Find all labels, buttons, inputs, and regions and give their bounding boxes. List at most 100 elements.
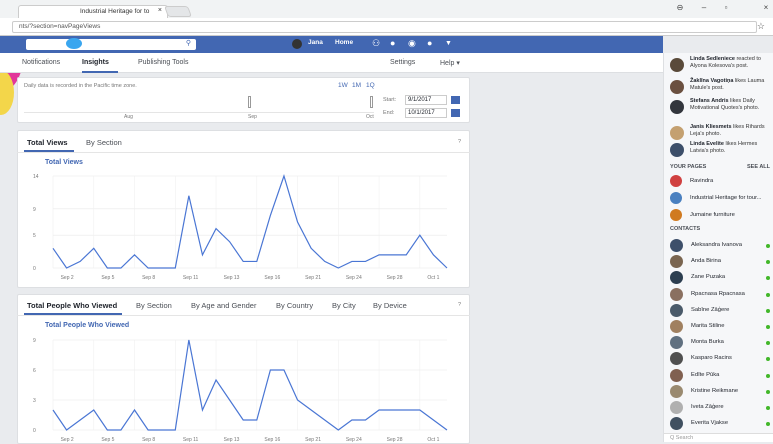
feed-item[interactable]: Stefans Andris likes Daily Motivational …	[690, 98, 772, 111]
page-link[interactable]: Jumaine furniture	[690, 212, 772, 218]
month-label-oct: Oct	[366, 114, 374, 120]
online-status-dot	[766, 308, 770, 313]
info-icon[interactable]: ?	[458, 302, 461, 308]
contact-avatar[interactable]	[670, 384, 683, 398]
messages-icon[interactable]: ●	[390, 38, 395, 48]
tab-publishing-tools[interactable]: Publishing Tools	[138, 59, 188, 66]
start-date-input[interactable]: 9/1/2017	[405, 95, 447, 105]
chat-search-input[interactable]: Q Search	[664, 433, 773, 442]
contact-name[interactable]: Zane Puzaka	[691, 274, 725, 280]
feed-item-name[interactable]: Linda Sedleniece	[690, 56, 735, 62]
user-avatar[interactable]	[292, 39, 302, 49]
x-tick-label: Sep 16	[264, 437, 280, 443]
page-link[interactable]: Ravindra	[690, 178, 772, 184]
online-status-dot	[766, 276, 770, 281]
contact-name[interactable]: Sabīne Zāģere	[691, 307, 729, 313]
contact-avatar[interactable]	[670, 352, 683, 366]
contact-name[interactable]: Monta Burka	[691, 339, 724, 345]
tab-total-people[interactable]: Total People Who Viewed	[27, 301, 117, 310]
tab-by-section[interactable]: By Section	[86, 138, 122, 147]
tab-by-section[interactable]: By Section	[136, 301, 172, 310]
contact-avatar[interactable]	[670, 336, 683, 350]
settings-link[interactable]: Settings	[390, 59, 415, 66]
help-icon[interactable]: ●	[427, 38, 432, 48]
contact-name[interactable]: Anda Birina	[691, 258, 721, 264]
feed-item-name[interactable]: Stefans Andris	[690, 98, 729, 104]
contact-avatar[interactable]	[670, 271, 683, 285]
account-menu-icon[interactable]: ▼	[445, 40, 452, 47]
new-tab-button[interactable]	[163, 6, 193, 17]
tab-total-views[interactable]: Total Views	[27, 138, 68, 147]
feed-item-name[interactable]: Janis Kliesmets	[690, 124, 732, 130]
online-status-dot	[766, 422, 770, 427]
contact-name[interactable]: Kristine Reikmane	[691, 388, 738, 394]
page-icon[interactable]	[670, 175, 682, 187]
tab-notifications[interactable]: Notifications	[22, 59, 60, 66]
maximize-button[interactable]: ▫	[719, 3, 733, 15]
range-1m-button[interactable]: 1M	[352, 82, 361, 89]
url-input[interactable]: nts/?section=navPageViews	[12, 21, 757, 33]
y-tick-label: 0	[33, 266, 36, 272]
close-window-button[interactable]: ×	[759, 3, 773, 15]
range-1w-button[interactable]: 1W	[338, 82, 348, 89]
start-label: Start:	[383, 97, 397, 103]
feed-item-name[interactable]: Linda Evelite	[690, 141, 724, 147]
info-icon[interactable]: ?	[458, 139, 461, 145]
tab-close-icon[interactable]: ×	[158, 7, 162, 14]
range-1q-button[interactable]: 1Q	[366, 82, 375, 89]
notifications-icon[interactable]: ◉	[408, 38, 416, 49]
tab-by-country[interactable]: By Country	[276, 301, 313, 310]
calendar-icon[interactable]	[451, 96, 460, 104]
end-date-input[interactable]: 10/1/2017	[405, 108, 447, 118]
feed-item[interactable]: Linda Sedleniece reacted to Alyona Koles…	[690, 56, 772, 69]
contact-name[interactable]: Aleksandra Ivanova	[691, 242, 742, 248]
feed-avatar[interactable]	[670, 100, 684, 114]
help-dropdown[interactable]: Help ▾	[440, 59, 460, 67]
contact-avatar[interactable]	[670, 287, 683, 301]
range-handle-end[interactable]	[370, 96, 373, 108]
feed-avatar[interactable]	[670, 126, 684, 140]
see-all-link[interactable]: SEE ALL	[747, 164, 770, 170]
contact-avatar[interactable]	[670, 417, 683, 431]
feed-avatar[interactable]	[670, 80, 684, 94]
feed-item-name[interactable]: Žaklīna Vagotiņa	[690, 78, 733, 84]
contact-avatar[interactable]	[670, 239, 683, 252]
feed-avatar[interactable]	[670, 143, 684, 157]
contact-name[interactable]: Kasparo Racins	[691, 355, 732, 361]
browser-tab[interactable]: Industrial Heritage for to ×	[18, 5, 168, 18]
contact-name[interactable]: Everita Vjakse	[691, 420, 728, 426]
tab-by-device[interactable]: By Device	[373, 301, 407, 310]
feed-item[interactable]: Žaklīna Vagotiņa likes Lauma Matule's po…	[690, 78, 772, 91]
friend-requests-icon[interactable]: ⚇	[372, 38, 380, 49]
tab-insights[interactable]: Insights	[82, 59, 109, 66]
contact-name[interactable]: Edīte Pūka	[691, 372, 719, 378]
search-icon[interactable]: ⚲	[186, 39, 191, 47]
contact-name[interactable]: Iveta Zāģere	[691, 404, 724, 410]
page-icon[interactable]	[670, 209, 682, 221]
calendar-icon[interactable]	[451, 109, 460, 117]
minimize-button[interactable]: –	[697, 3, 711, 15]
active-tab-indicator	[82, 71, 118, 73]
contact-avatar[interactable]	[670, 303, 683, 317]
facebook-search-input[interactable]: ⚲	[26, 39, 196, 50]
range-handle-start[interactable]	[248, 96, 251, 108]
feed-avatar[interactable]	[670, 58, 684, 72]
online-status-dot	[766, 373, 770, 378]
profile-icon[interactable]: ⊖	[673, 3, 687, 15]
tab-by-age-gender[interactable]: By Age and Gender	[191, 301, 256, 310]
feed-item[interactable]: Linda Evelite likes Hermes Latvia's phot…	[690, 141, 772, 154]
contact-name[interactable]: Rpacnasa Rpacnasa	[691, 291, 745, 297]
tab-by-city[interactable]: By City	[332, 301, 356, 310]
feed-item[interactable]: Janis Kliesmets likes Rihards Leja's pho…	[690, 124, 772, 137]
right-sidebar: Linda Sedleniece reacted to Alyona Koles…	[663, 53, 773, 442]
contact-avatar[interactable]	[670, 255, 683, 269]
bookmark-star-icon[interactable]: ☆	[757, 21, 765, 32]
user-name-link[interactable]: Jana	[308, 39, 323, 46]
contact-name[interactable]: Marita Stiline	[691, 323, 725, 329]
contact-avatar[interactable]	[670, 368, 683, 382]
contact-avatar[interactable]	[670, 320, 683, 333]
page-link[interactable]: Industrial Heritage for tour...	[690, 195, 772, 201]
page-icon[interactable]	[670, 192, 682, 204]
home-link[interactable]: Home	[335, 39, 353, 46]
contact-avatar[interactable]	[670, 401, 683, 414]
